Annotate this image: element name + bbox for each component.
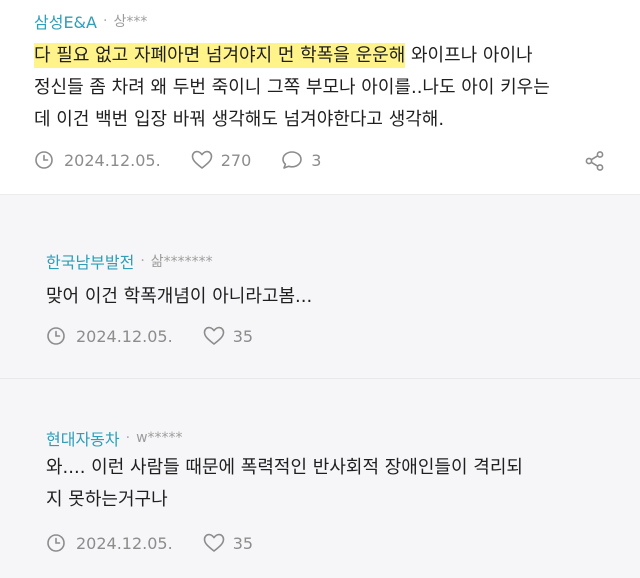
heart-icon[interactable] <box>203 533 225 553</box>
user-name: 상*** <box>113 14 148 30</box>
comment-meta: 삼성E&A · 상*** <box>34 9 147 33</box>
comment-date: 2024.12.05. <box>64 150 161 170</box>
clock-icon <box>46 533 66 553</box>
comment-card: 삼성E&A · 상*** 다 필요 없고 자폐아면 넘겨야지 먼 학폭을 운운해… <box>0 0 640 195</box>
comment-footer: 2024.12.05. 270 3 <box>34 150 321 170</box>
like-count[interactable]: 35 <box>233 327 253 346</box>
user-name: w***** <box>136 430 183 446</box>
meta-separator: · <box>140 253 145 269</box>
company-name[interactable]: 현대자동차 <box>46 426 120 450</box>
meta-separator: · <box>102 13 108 29</box>
reply-count[interactable]: 3 <box>311 151 321 170</box>
comment-meta: 한국남부발전 · 삶******* <box>46 249 213 273</box>
comment-meta: 현대자동차 · w***** <box>46 426 183 450</box>
comment-footer: 2024.12.05. 35 <box>46 533 253 553</box>
reply-card: 한국남부발전 · 삶******* 맞어 이건 학폭개념이 아니라고봄... 2… <box>0 195 640 379</box>
heart-icon[interactable] <box>203 326 225 346</box>
comment-line: 정신들 좀 차려 왜 두번 죽이니 그쪽 부모나 아이를..나도 아이 키우는 <box>34 77 550 98</box>
company-name[interactable]: 한국남부발전 <box>46 249 134 273</box>
comment-line: 다 필요 없고 자폐아면 넘겨야지 먼 학폭을 운운해 와이프나 아이나 <box>34 40 550 72</box>
comment-line: 지 못하는거구나 <box>46 489 168 510</box>
comment-thread: 삼성E&A · 상*** 다 필요 없고 자폐아면 넘겨야지 먼 학폭을 운운해… <box>0 0 640 578</box>
heart-icon[interactable] <box>191 150 213 170</box>
comment-text: 와이프나 아이나 <box>405 45 533 66</box>
comment-body: 맞어 이건 학폭개념이 아니라고봄... <box>46 281 312 313</box>
comment-line: 와.... 이런 사람들 때문에 폭력적인 반사회적 장애인들이 격리되 <box>46 457 523 478</box>
comment-footer: 2024.12.05. 35 <box>46 326 253 346</box>
user-name: 삶******* <box>150 254 213 270</box>
comment-line: 데 이건 백번 입장 바꿔 생각해도 넘겨야한다고 생각해. <box>34 109 445 130</box>
like-count[interactable]: 270 <box>221 151 252 170</box>
like-count[interactable]: 35 <box>233 534 253 553</box>
clock-icon <box>46 326 66 346</box>
company-name[interactable]: 삼성E&A <box>34 9 97 33</box>
reply-card: 현대자동차 · w***** 와.... 이런 사람들 때문에 폭력적인 반사회… <box>0 379 640 578</box>
comment-date: 2024.12.05. <box>76 533 173 553</box>
comment-body: 와.... 이런 사람들 때문에 폭력적인 반사회적 장애인들이 격리되 지 못… <box>46 452 523 516</box>
comment-body: 다 필요 없고 자폐아면 넘겨야지 먼 학폭을 운운해 와이프나 아이나 정신들… <box>34 40 550 136</box>
comment-date: 2024.12.05. <box>76 326 173 346</box>
share-icon[interactable] <box>584 150 606 172</box>
comment-bubble-icon[interactable] <box>281 150 303 170</box>
clock-icon <box>34 150 54 170</box>
meta-separator: · <box>125 430 131 446</box>
highlighted-text: 다 필요 없고 자폐아면 넘겨야지 먼 학폭을 운운해 <box>34 43 406 68</box>
comment-line: 맞어 이건 학폭개념이 아니라고봄... <box>46 286 313 307</box>
